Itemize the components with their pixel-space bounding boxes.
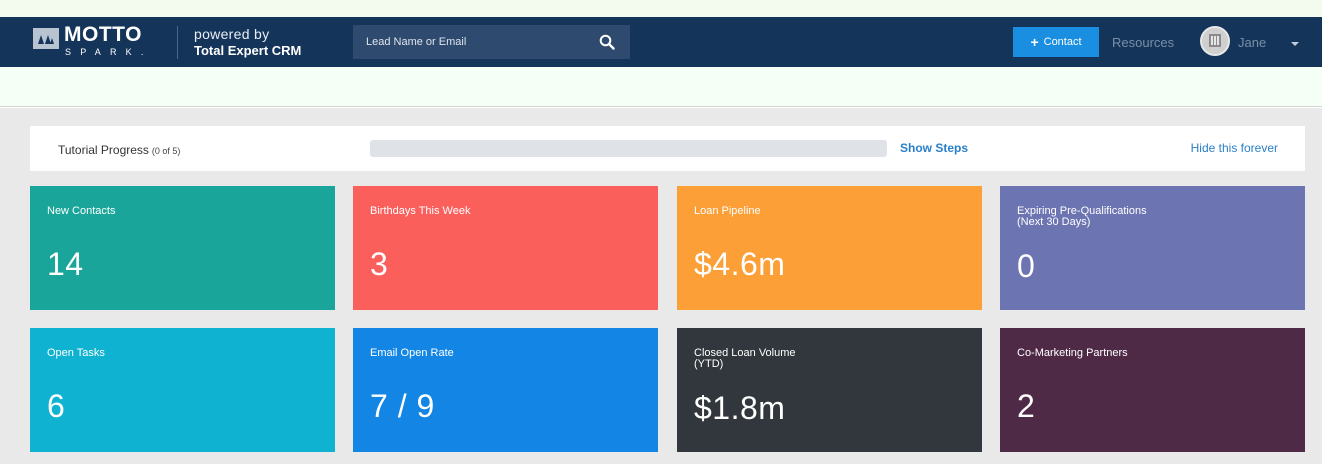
card-value: 2 [1017,388,1036,424]
stat-card-expiring-prequals[interactable]: Expiring Pre-Qualifications (Next 30 Day… [1000,186,1305,310]
card-value: $1.8m [694,390,786,426]
search-input[interactable] [353,25,593,59]
user-name[interactable]: Jane [1238,35,1266,50]
card-value: 7 / 9 [370,388,435,424]
card-title: Loan Pipeline [694,205,761,217]
card-title: Birthdays This Week [370,205,471,217]
tutorial-progress-label: Tutorial Progress (0 of 5) [58,143,180,157]
powered-by-brand: Total Expert CRM [194,43,302,58]
card-value: 0 [1017,248,1036,284]
card-title: Expiring Pre-Qualifications (Next 30 Day… [1017,205,1147,228]
logo-divider [177,26,178,59]
card-title: Co-Marketing Partners [1017,347,1128,359]
card-title: New Contacts [47,205,116,217]
tutorial-progress-count: (0 of 5) [151,146,181,156]
card-value: 14 [47,246,84,282]
logo-subtext: SPARK. [65,47,153,57]
search-icon[interactable] [599,34,615,50]
hide-forever-link[interactable]: Hide this forever [1191,141,1278,155]
logo-mark-icon[interactable] [33,28,59,49]
card-title: Email Open Rate [370,347,454,359]
tutorial-progress-panel: Tutorial Progress (0 of 5) Show Steps Hid… [30,126,1305,171]
add-contact-label: Contact [1043,36,1082,48]
stat-card-co-marketing-partners[interactable]: Co-Marketing Partners 2 [1000,328,1305,452]
stat-card-loan-pipeline[interactable]: Loan Pipeline $4.6m [677,186,982,310]
tutorial-progress-title: Tutorial Progress [58,143,149,157]
dashboard-main: Tutorial Progress (0 of 5) Show Steps Hid… [0,108,1322,464]
logo-wordmark[interactable]: MOTTO [64,23,142,47]
top-navbar: MOTTO SPARK. powered by Total Expert CRM… [0,17,1322,67]
stat-card-email-open-rate[interactable]: Email Open Rate 7 / 9 [353,328,658,452]
top-strip [0,0,1322,17]
card-value: $4.6m [694,246,786,282]
card-value: 3 [370,246,389,282]
show-steps-link[interactable]: Show Steps [900,141,968,155]
resources-link[interactable]: Resources [1112,35,1174,50]
caret-down-icon[interactable] [1291,42,1299,46]
avatar-photo-icon [1202,28,1228,54]
user-avatar[interactable] [1200,26,1230,56]
stat-card-birthdays[interactable]: Birthdays This Week 3 [353,186,658,310]
search-box [353,25,630,59]
card-value: 6 [47,388,66,424]
plus-icon: + [1030,34,1039,50]
stat-card-open-tasks[interactable]: Open Tasks 6 [30,328,335,452]
stat-card-new-contacts[interactable]: New Contacts 14 [30,186,335,310]
add-contact-button[interactable]: + Contact [1013,27,1099,57]
stat-card-closed-loan-volume[interactable]: Closed Loan Volume (YTD) $1.8m [677,328,982,452]
sub-header-bar [0,67,1322,107]
tutorial-progress-bar [370,140,887,157]
powered-by-label: powered by [194,26,270,42]
card-title: Closed Loan Volume (YTD) [694,347,796,370]
card-title: Open Tasks [47,347,105,359]
